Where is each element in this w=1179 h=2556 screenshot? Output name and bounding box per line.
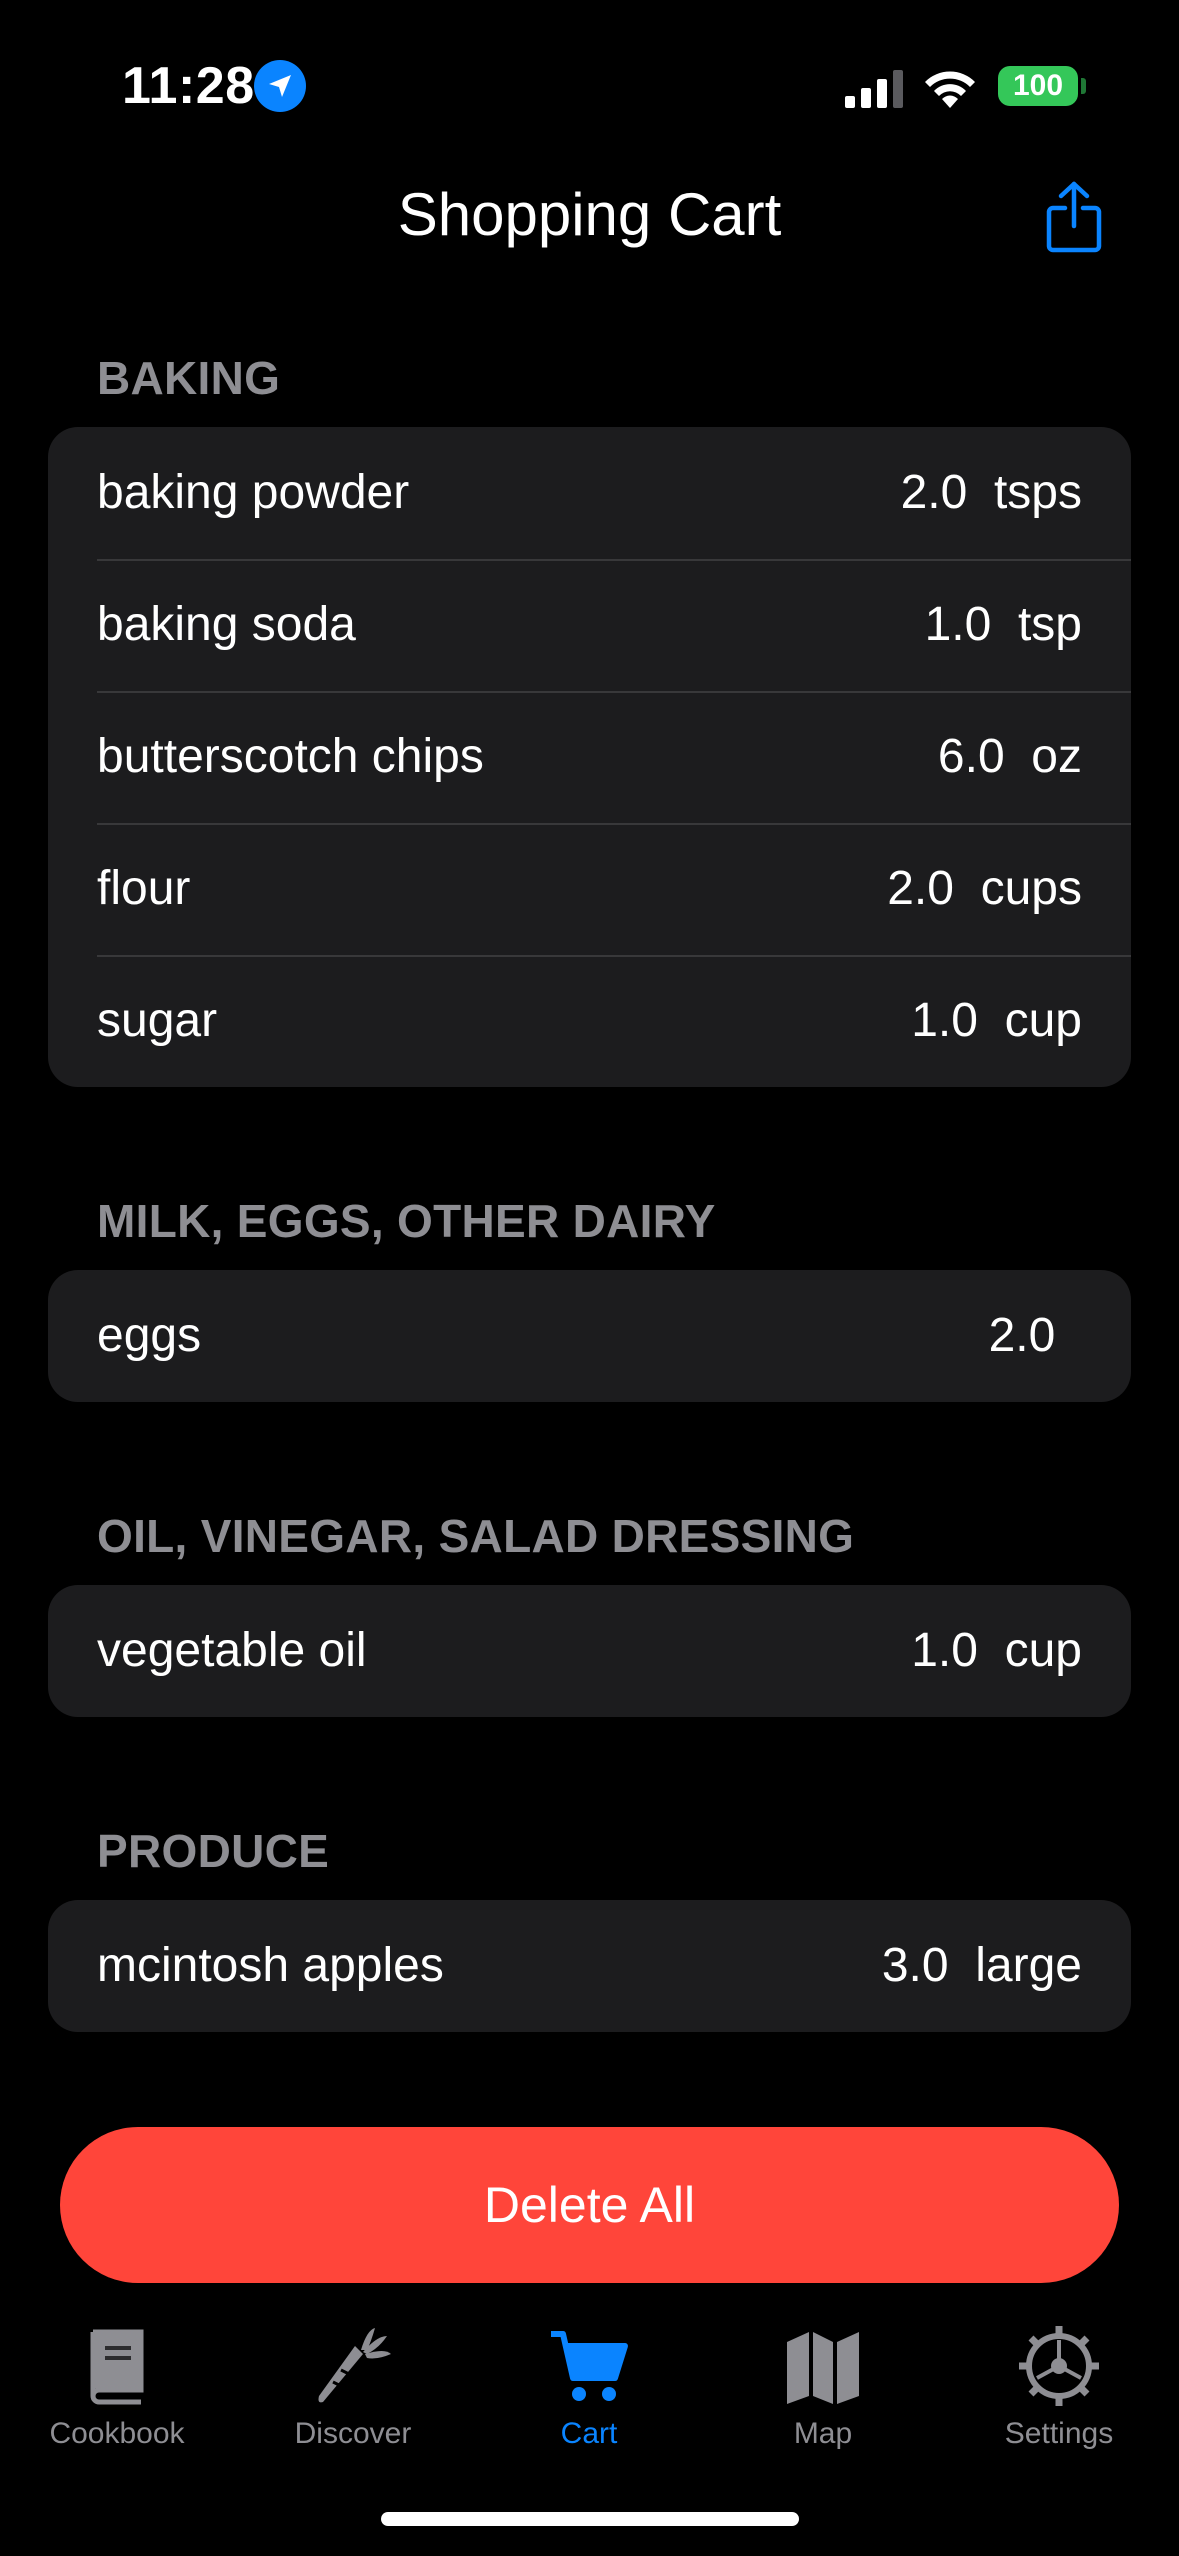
gear-icon: [1019, 2326, 1099, 2406]
battery-nub: [1081, 78, 1086, 94]
section-list-dairy: eggs 2.0: [48, 1270, 1131, 1402]
item-quantity: 1.0 tsp: [924, 598, 1082, 651]
item-name: eggs: [97, 1309, 202, 1362]
tab-label: Cookbook: [49, 2417, 185, 2450]
list-item[interactable]: baking soda 1.0 tsp: [48, 559, 1131, 691]
carrot-icon: [318, 2328, 391, 2403]
battery-indicator: 100: [998, 66, 1078, 106]
tab-discover[interactable]: Discover: [238, 2310, 468, 2460]
item-quantity: 2.0 tsps: [900, 466, 1082, 519]
list-item[interactable]: sugar 1.0 cup: [48, 955, 1131, 1087]
tab-map[interactable]: Map: [708, 2310, 938, 2460]
item-name: butterscotch chips: [97, 730, 484, 783]
tab-cart[interactable]: Cart: [474, 2310, 704, 2460]
tab-label: Cart: [560, 2417, 618, 2450]
list-item[interactable]: mcintosh apples 3.0 large: [48, 1900, 1131, 2032]
wifi-icon: [925, 71, 975, 108]
status-bar: 11:28 100: [0, 0, 1179, 150]
list-item[interactable]: baking powder 2.0 tsps: [48, 427, 1131, 559]
item-quantity: 2.0: [988, 1309, 1082, 1362]
tab-cookbook[interactable]: Cookbook: [2, 2310, 232, 2460]
tab-label: Discover: [294, 2417, 412, 2450]
section-list-oil-vinegar: vegetable oil 1.0 cup: [48, 1585, 1131, 1717]
list-item[interactable]: flour 2.0 cups: [48, 823, 1131, 955]
section-list-baking: baking powder 2.0 tsps baking soda 1.0 t…: [48, 427, 1131, 1087]
cellular-signal-icon: [845, 70, 903, 108]
item-quantity: 1.0 cup: [911, 1624, 1082, 1677]
status-time: 11:28: [122, 57, 255, 115]
delete-all-button[interactable]: Delete All: [60, 2127, 1119, 2283]
section-header-produce: PRODUCE: [97, 1825, 330, 1877]
item-name: mcintosh apples: [97, 1939, 444, 1992]
item-name: sugar: [97, 994, 218, 1047]
home-indicator[interactable]: [381, 2512, 799, 2526]
tab-label: Map: [793, 2417, 853, 2450]
item-name: vegetable oil: [97, 1624, 367, 1677]
list-item[interactable]: eggs 2.0: [48, 1270, 1131, 1402]
list-item[interactable]: vegetable oil 1.0 cup: [48, 1585, 1131, 1717]
section-header-oil-vinegar: OIL, VINEGAR, SALAD DRESSING: [97, 1510, 855, 1562]
item-quantity: 6.0 oz: [937, 730, 1082, 783]
item-name: baking soda: [97, 598, 356, 651]
section-header-dairy: MILK, EGGS, OTHER DAIRY: [97, 1195, 716, 1247]
screen: 11:28 100 Shopping Cart BAKING baking po…: [0, 0, 1179, 2556]
cookbook-icon: [90, 2329, 144, 2405]
page-title: Shopping Cart: [397, 181, 782, 248]
cart-icon: [551, 2331, 628, 2401]
share-icon[interactable]: [1045, 180, 1103, 254]
section-header-baking: BAKING: [97, 352, 281, 404]
item-name: flour: [97, 862, 191, 915]
tab-label: Settings: [1004, 2417, 1114, 2450]
item-quantity: 2.0 cups: [887, 862, 1082, 915]
section-list-produce: mcintosh apples 3.0 large: [48, 1900, 1131, 2032]
list-item[interactable]: butterscotch chips 6.0 oz: [48, 691, 1131, 823]
tab-settings[interactable]: Settings: [944, 2310, 1174, 2460]
item-quantity: 3.0 large: [881, 1939, 1082, 1992]
item-quantity: 1.0 cup: [911, 994, 1082, 1047]
map-icon: [787, 2332, 859, 2404]
tab-bar: Cookbook Discover Cart Map Settings: [0, 2310, 1179, 2460]
item-name: baking powder: [97, 466, 410, 519]
location-arrow-icon: [254, 60, 306, 112]
